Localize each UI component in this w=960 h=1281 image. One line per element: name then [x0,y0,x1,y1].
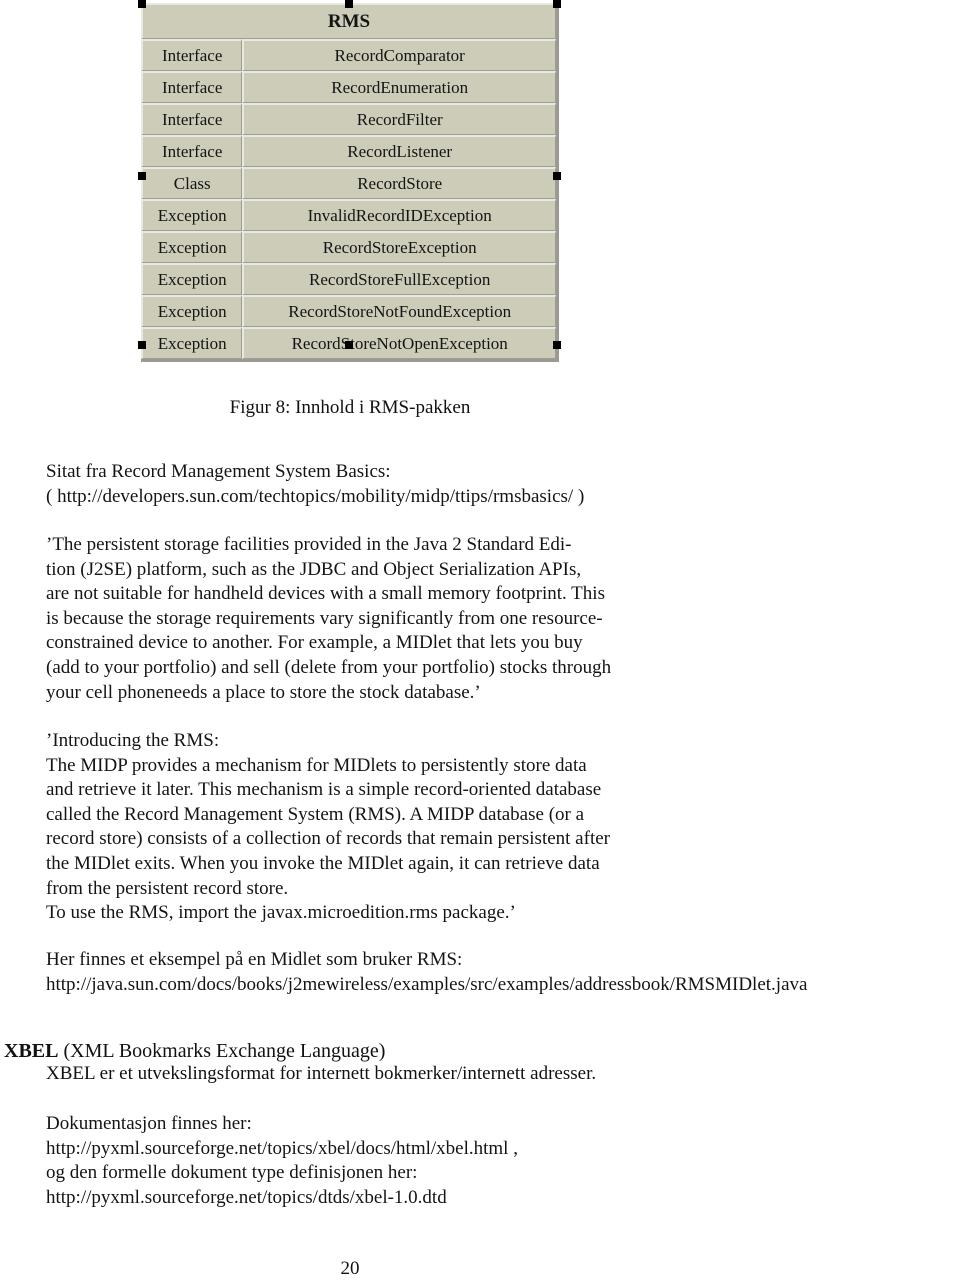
quote1-line-3: are not suitable for handheld devices wi… [46,583,605,605]
row-kind: Interface [141,135,243,167]
xbel-docs-intro: Dokumentasjon finnes her: [46,1113,252,1134]
quote1-line-1: ’The persistent storage facilities provi… [46,534,572,555]
row-kind: Class [141,167,243,199]
xbel-docs-url[interactable]: http://pyxml.sourceforge.net/topics/xbel… [46,1137,746,1162]
quote2-line-8: To use the RMS, import the javax.microed… [46,902,516,924]
quote2-line-3: and retrieve it later. This mechanism is… [46,779,602,801]
resize-handle-top-right[interactable] [553,0,561,8]
row-kind: Interface [141,71,243,103]
example-url[interactable]: http://java.sun.com/docs/books/j2mewirel… [46,973,960,998]
table-row: Interface RecordFilter [141,103,556,135]
quote-source-line-1: Sitat fra Record Management System Basic… [46,461,391,482]
xbel-heading-acronym: XBEL [4,1040,59,1062]
row-kind: Exception [141,263,243,295]
rms-package-figure[interactable]: RMS Interface RecordComparator Interface… [138,0,562,362]
figure-caption: Figur 8: Innhold i RMS-pakken [229,397,471,418]
xbel-docs-block: Dokumentasjon finnes her: http://pyxml.s… [46,1112,746,1210]
xbel-dtd-intro: og den formelle dokument type definisjon… [46,1162,418,1184]
table-row: Exception RecordStoreNotFoundException [141,295,556,327]
quote-source-url[interactable]: ( http://developers.sun.com/techtopics/m… [46,485,746,510]
table-row: Exception InvalidRecordIDException [141,199,556,231]
quote2-line-5: record store) consists of a collection o… [46,828,610,850]
quote1-line-6: (add to your portfolio) and sell (delete… [46,656,612,678]
row-name: RecordStoreException [242,231,556,263]
row-name: RecordComparator [242,39,556,71]
rms-package-table: RMS Interface RecordComparator Interface… [141,3,559,362]
quote1-line-7: your cell phoneneeds a place to store th… [46,681,481,703]
resize-handle-middle-left[interactable] [138,172,146,180]
xbel-description: XBEL er et utvekslingsformat for interne… [46,1063,597,1084]
row-kind: Interface [141,103,243,135]
rms-table-title: RMS [141,3,556,39]
quote1-line-2: tion (J2SE) platform, such as the JDBC a… [46,558,582,580]
example-intro: Her finnes et eksempel på en Midlet som … [46,949,463,970]
quote1-line-5: constrained device to another. For examp… [46,632,583,654]
row-name: RecordStoreFullException [242,263,556,295]
row-kind: Exception [141,295,243,327]
table-row: Interface RecordComparator [141,39,556,71]
quote2-line-2: The MIDP provides a mechanism for MIDlet… [46,754,587,776]
table-row: Interface RecordEnumeration [141,71,556,103]
table-row-title: RMS [141,3,556,39]
row-kind: Interface [141,39,243,71]
example-block: Her finnes et eksempel på en Midlet som … [46,948,960,997]
quote2-line-1: ’Introducing the RMS: [46,730,220,751]
row-name: RecordListener [242,135,556,167]
xbel-dtd-url[interactable]: http://pyxml.sourceforge.net/topics/dtds… [46,1186,746,1211]
table-row: Interface RecordListener [141,135,556,167]
xbel-section-heading: XBEL (XML Bookmarks Exchange Language) [4,1038,385,1064]
quote2-line-4: called the Record Management System (RMS… [46,803,585,825]
quote-source-block: Sitat fra Record Management System Basic… [46,460,746,509]
quote2-line-6: the MIDlet exits. When you invoke the MI… [46,852,600,874]
quote-paragraph-2: ’Introducing the RMS: The MIDP provides … [46,729,726,926]
row-kind: Exception [141,327,243,359]
resize-handle-bottom-right[interactable] [553,341,561,349]
row-name: InvalidRecordIDException [242,199,556,231]
row-name: RecordEnumeration [242,71,556,103]
table-row: Class RecordStore [141,167,556,199]
resize-handle-bottom-center[interactable] [345,341,353,349]
xbel-heading-expansion: (XML Bookmarks Exchange Language) [63,1040,386,1062]
table-row: Exception RecordStoreFullException [141,263,556,295]
resize-handle-bottom-left[interactable] [138,341,146,349]
resize-handle-middle-right[interactable] [553,172,561,180]
resize-handle-top-center[interactable] [345,0,353,8]
page-number: 20 [340,1258,360,1279]
quote1-line-4: is because the storage requirements vary… [46,607,603,629]
resize-handle-top-left[interactable] [138,0,146,8]
row-name: RecordStoreNotOpenException [242,327,556,359]
row-kind: Exception [141,231,243,263]
quote-paragraph-1: ’The persistent storage facilities provi… [46,533,706,705]
row-name: RecordStoreNotFoundException [242,295,556,327]
row-name: RecordFilter [242,103,556,135]
row-kind: Exception [141,199,243,231]
quote2-line-7: from the persistent record store. [46,877,289,899]
rms-table-body: RMS Interface RecordComparator Interface… [141,3,556,359]
row-name: RecordStore [242,167,556,199]
table-row: Exception RecordStoreException [141,231,556,263]
